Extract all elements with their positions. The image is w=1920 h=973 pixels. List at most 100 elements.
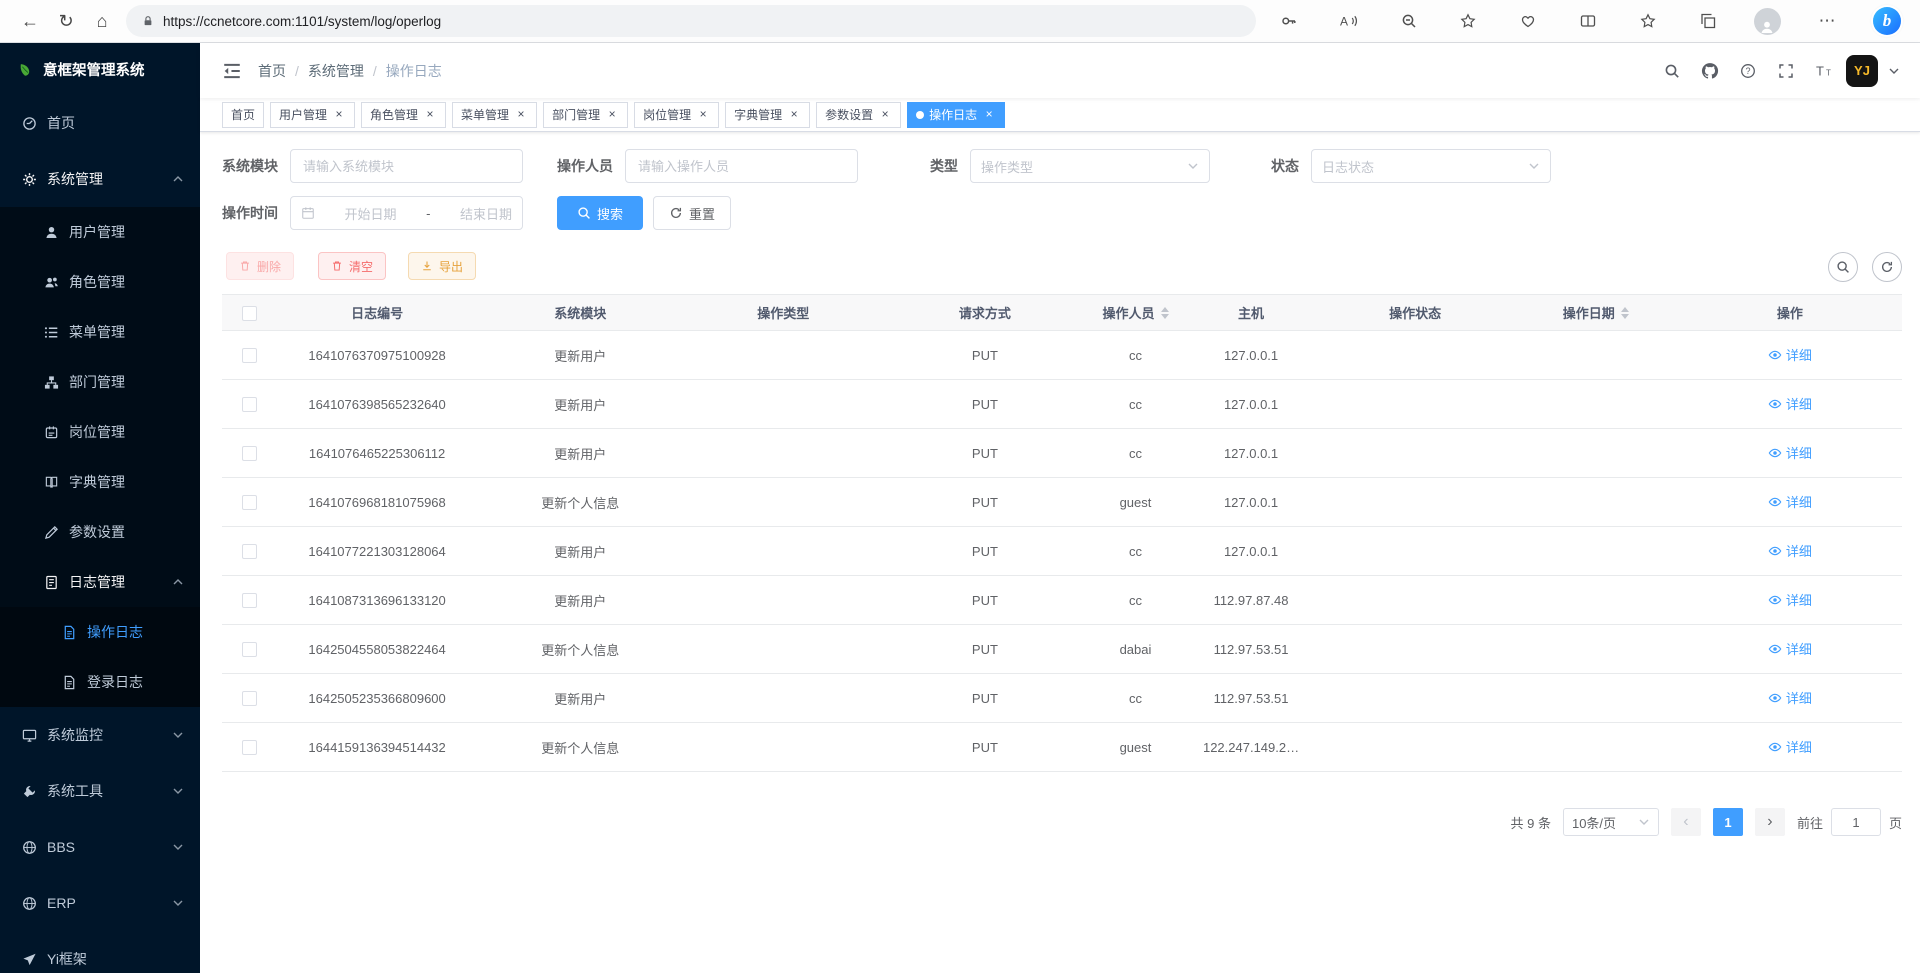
breadcrumb-home[interactable]: 首页 [258, 61, 286, 81]
more-menu-icon[interactable]: ⋯ [1812, 6, 1842, 36]
row-checkbox[interactable] [242, 495, 257, 510]
copilot-icon[interactable]: b [1872, 6, 1902, 36]
detail-link[interactable]: 详细 [1768, 492, 1812, 511]
table-row[interactable]: 1642505235366809600 更新用户 PUT cc 112.97.5… [222, 674, 1902, 723]
browser-essentials-icon[interactable] [1513, 6, 1543, 36]
select-all-checkbox[interactable] [242, 306, 257, 321]
next-page-button[interactable]: › [1755, 808, 1785, 836]
tab-close-icon[interactable]: × [514, 108, 528, 122]
sidebar-item-departments[interactable]: 部门管理 [0, 357, 200, 407]
sidebar-item-system[interactable]: 系统管理 [0, 151, 200, 207]
jump-page-input[interactable] [1831, 808, 1881, 836]
operator-input[interactable] [625, 149, 858, 183]
tab-close-icon[interactable]: × [423, 108, 437, 122]
show-search-button[interactable] [1828, 252, 1858, 282]
header-search-icon[interactable] [1656, 55, 1688, 87]
sidebar-item-yiframework[interactable]: Yi框架 [0, 931, 200, 973]
github-icon[interactable] [1694, 55, 1726, 87]
table-row[interactable]: 1641076465225306112 更新用户 PUT cc 127.0.0.… [222, 429, 1902, 478]
tab-params[interactable]: 参数设置× [816, 102, 901, 128]
sidebar-item-loginlog[interactable]: 登录日志 [0, 657, 200, 707]
tab-operlog[interactable]: 操作日志× [907, 102, 1005, 128]
tab-dict[interactable]: 字典管理× [725, 102, 810, 128]
date-range-picker[interactable]: 开始日期 - 结束日期 [290, 196, 523, 230]
export-button[interactable]: 导出 [408, 252, 476, 280]
sidebar-item-home[interactable]: 首页 [0, 95, 200, 151]
breadcrumb-section[interactable]: 系统管理 [308, 61, 364, 81]
detail-link[interactable]: 详细 [1768, 737, 1812, 756]
tab-users[interactable]: 用户管理× [270, 102, 355, 128]
page-size-select[interactable]: 10条/页 [1563, 808, 1659, 836]
detail-link[interactable]: 详细 [1768, 345, 1812, 364]
table-row[interactable]: 1641076398565232640 更新用户 PUT cc 127.0.0.… [222, 380, 1902, 429]
table-row[interactable]: 1642504558053822464 更新个人信息 PUT dabai 112… [222, 625, 1902, 674]
tab-roles[interactable]: 角色管理× [361, 102, 446, 128]
row-checkbox[interactable] [242, 740, 257, 755]
table-row[interactable]: 1641076370975100928 更新用户 PUT cc 127.0.0.… [222, 331, 1902, 380]
sidebar-item-tools[interactable]: 系统工具 [0, 763, 200, 819]
detail-link[interactable]: 详细 [1768, 590, 1812, 609]
table-row[interactable]: 1641076968181075968 更新个人信息 PUT guest 127… [222, 478, 1902, 527]
sidebar-item-posts[interactable]: 岗位管理 [0, 407, 200, 457]
address-bar[interactable]: https://ccnetcore.com:1101/system/log/op… [126, 5, 1256, 37]
font-size-icon[interactable] [1808, 55, 1840, 87]
tab-close-icon[interactable]: × [982, 108, 996, 122]
tab-home[interactable]: 首页 [222, 102, 264, 128]
status-select[interactable]: 日志状态 [1311, 149, 1551, 183]
current-page-button[interactable]: 1 [1713, 808, 1743, 836]
sidebar-item-logs[interactable]: 日志管理 [0, 557, 200, 607]
sort-caret-icon[interactable] [1161, 307, 1169, 319]
detail-link[interactable]: 详细 [1768, 443, 1812, 462]
profile-avatar[interactable] [1752, 6, 1782, 36]
col-operator[interactable]: 操作人员 [1085, 295, 1185, 331]
detail-link[interactable]: 详细 [1768, 394, 1812, 413]
tab-close-icon[interactable]: × [332, 108, 346, 122]
collections-icon[interactable] [1693, 6, 1723, 36]
sidebar-item-monitor[interactable]: 系统监控 [0, 707, 200, 763]
add-favorite-icon[interactable] [1453, 6, 1483, 36]
password-key-icon[interactable] [1274, 6, 1304, 36]
sidebar-item-roles[interactable]: 角色管理 [0, 257, 200, 307]
sort-caret-icon[interactable] [1621, 307, 1629, 319]
search-button[interactable]: 搜索 [557, 196, 643, 230]
avatar-caret-icon[interactable] [1888, 65, 1900, 77]
clear-button[interactable]: 清空 [318, 252, 386, 280]
sidebar-item-operlog[interactable]: 操作日志 [0, 607, 200, 657]
col-date[interactable]: 操作日期 [1514, 295, 1678, 331]
tab-close-icon[interactable]: × [878, 108, 892, 122]
row-checkbox[interactable] [242, 397, 257, 412]
prev-page-button[interactable]: ‹ [1671, 808, 1701, 836]
tab-close-icon[interactable]: × [787, 108, 801, 122]
row-checkbox[interactable] [242, 593, 257, 608]
sidebar-item-dict[interactable]: 字典管理 [0, 457, 200, 507]
fullscreen-icon[interactable] [1770, 55, 1802, 87]
table-row[interactable]: 1641077221303128064 更新用户 PUT cc 127.0.0.… [222, 527, 1902, 576]
browser-refresh-button[interactable]: ↻ [48, 4, 84, 38]
favorites-icon[interactable] [1633, 6, 1663, 36]
row-checkbox[interactable] [242, 446, 257, 461]
reset-button[interactable]: 重置 [653, 196, 731, 230]
refresh-table-button[interactable] [1872, 252, 1902, 282]
table-row[interactable]: 1641087313696133120 更新用户 PUT cc 112.97.8… [222, 576, 1902, 625]
module-input[interactable] [290, 149, 523, 183]
detail-link[interactable]: 详细 [1768, 639, 1812, 658]
tab-departments[interactable]: 部门管理× [543, 102, 628, 128]
browser-back-button[interactable]: ← [12, 4, 48, 38]
detail-link[interactable]: 详细 [1768, 688, 1812, 707]
sidebar-fold-icon[interactable] [222, 61, 242, 81]
type-select[interactable]: 操作类型 [970, 149, 1210, 183]
row-checkbox[interactable] [242, 348, 257, 363]
sidebar-item-erp[interactable]: ERP [0, 875, 200, 931]
sidebar-item-params[interactable]: 参数设置 [0, 507, 200, 557]
table-row[interactable]: 1644159136394514432 更新个人信息 PUT guest 122… [222, 723, 1902, 772]
tab-menus[interactable]: 菜单管理× [452, 102, 537, 128]
tab-posts[interactable]: 岗位管理× [634, 102, 719, 128]
read-aloud-icon[interactable] [1334, 6, 1364, 36]
browser-home-button[interactable]: ⌂ [84, 4, 120, 38]
tab-close-icon[interactable]: × [605, 108, 619, 122]
sidebar-item-users[interactable]: 用户管理 [0, 207, 200, 257]
sidebar-item-menus[interactable]: 菜单管理 [0, 307, 200, 357]
row-checkbox[interactable] [242, 544, 257, 559]
zoom-out-icon[interactable] [1394, 6, 1424, 36]
help-icon[interactable] [1732, 55, 1764, 87]
